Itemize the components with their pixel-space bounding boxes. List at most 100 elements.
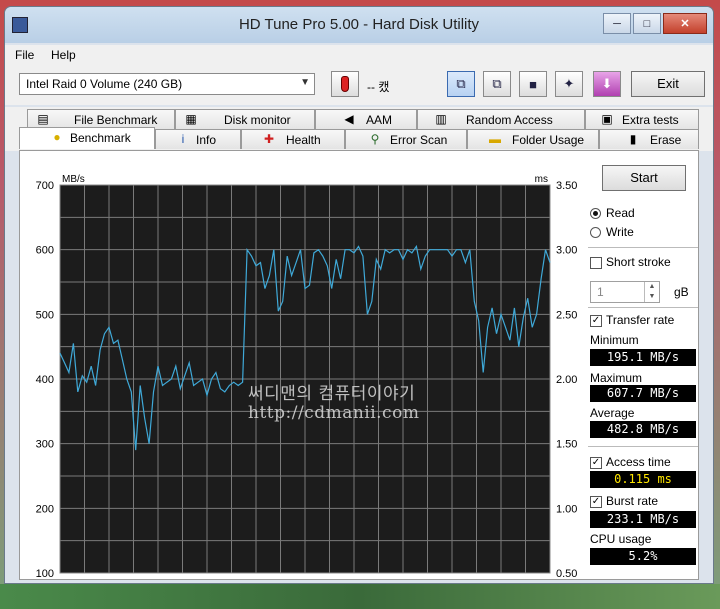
- file-benchmark-icon: ▤: [37, 112, 49, 126]
- y-right-tick-label: 0.50: [556, 568, 577, 580]
- tab-extra-tests[interactable]: ▣ Extra tests: [585, 109, 699, 129]
- access-time-checkbox[interactable]: ✓: [590, 457, 602, 469]
- extra-tests-icon: ▣: [601, 112, 613, 126]
- drive-select[interactable]: Intel Raid 0 Volume (240 GB) ▼: [19, 73, 315, 95]
- tab-strip: ▤ File Benchmark ▦ Disk monitor ◀ AAM ▥ …: [5, 107, 713, 151]
- download-arrow-icon: ⬇: [601, 76, 613, 91]
- y-left-tick-label: 600: [36, 245, 54, 257]
- tab-label: AAM: [366, 113, 393, 127]
- tab-folder-usage[interactable]: ▬ Folder Usage: [467, 129, 599, 149]
- trash-icon: ▮: [629, 132, 637, 146]
- menu-help[interactable]: Help: [51, 48, 76, 62]
- divider: [588, 247, 698, 248]
- divider: [588, 446, 698, 447]
- access-time-value: 0.115 ms: [590, 471, 696, 488]
- y-right-unit-label: ms: [535, 174, 548, 185]
- minimum-value: 195.1 MB/s: [590, 349, 696, 366]
- tab-disk-monitor[interactable]: ▦ Disk monitor: [175, 109, 315, 129]
- tab-aam[interactable]: ◀ AAM: [315, 109, 417, 129]
- watermark-title: 써디맨의 컴퓨터이야기: [248, 384, 416, 404]
- exit-button[interactable]: Exit: [631, 71, 705, 97]
- close-button[interactable]: ✕: [663, 13, 707, 34]
- minimum-label: Minimum: [590, 333, 639, 347]
- info-icon: i: [181, 132, 185, 146]
- benchmark-options: Start Read Write Short stroke 1 ▲ ▼ gB ✓ …: [588, 151, 700, 581]
- temperature-button[interactable]: [331, 71, 359, 97]
- tab-health[interactable]: ✚ Health: [241, 129, 345, 149]
- maximize-button[interactable]: □: [633, 13, 661, 34]
- desktop-background-strip: [0, 584, 720, 609]
- stroke-size-input[interactable]: 1 ▲ ▼: [590, 281, 660, 303]
- copy-info-button[interactable]: ⧉: [447, 71, 475, 97]
- save-icon: ■: [529, 76, 537, 92]
- average-value: 482.8 MB/s: [590, 421, 696, 438]
- maximum-value: 607.7 MB/s: [590, 385, 696, 402]
- minimize-button[interactable]: ─: [603, 13, 631, 34]
- y-right-tick-label: 2.50: [556, 309, 577, 321]
- cpu-usage-label: CPU usage: [590, 532, 652, 546]
- y-right-tick-label: 3.00: [556, 245, 577, 257]
- toolbar: Intel Raid 0 Volume (240 GB) ▼ -- 캤 ⧉ ⧉ …: [5, 65, 713, 105]
- divider: [588, 307, 698, 308]
- y-left-tick-label: 400: [36, 374, 54, 386]
- menu-file[interactable]: File: [15, 48, 34, 62]
- options-icon: ✦: [563, 76, 575, 91]
- cpu-usage-value: 5.2%: [590, 548, 696, 565]
- tab-info[interactable]: i Info: [155, 129, 241, 149]
- lightbulb-icon: ●: [53, 130, 61, 144]
- write-radio[interactable]: [590, 227, 601, 238]
- magnifier-icon: ⚲: [370, 132, 380, 146]
- short-stroke-checkbox[interactable]: [590, 257, 602, 269]
- y-right-tick-label: 1.00: [556, 503, 577, 515]
- tab-label: Disk monitor: [224, 113, 291, 127]
- health-cross-icon: ✚: [263, 132, 275, 146]
- tab-label: Extra tests: [622, 113, 679, 127]
- thermometer-icon: [341, 76, 349, 92]
- read-radio[interactable]: [590, 208, 601, 219]
- tab-label: Info: [196, 133, 217, 147]
- benchmark-chart: 700 600 500 400 300 200 100 3.50 3.00 2.50 2.00 1.5…: [20, 151, 600, 581]
- temperature-readout: -- 캤: [367, 80, 390, 94]
- stroke-unit: gB: [674, 285, 689, 299]
- tab-label: Random Access: [466, 113, 553, 127]
- tab-label: Error Scan: [390, 133, 448, 147]
- menu-bar: File Help: [5, 45, 713, 65]
- options-button[interactable]: ✦: [555, 71, 583, 97]
- copy-icon: ⧉: [456, 76, 466, 91]
- maximum-label: Maximum: [590, 371, 643, 385]
- tab-label: Erase: [650, 133, 682, 147]
- watermark-url: http://cdmanii.com: [248, 403, 420, 423]
- stroke-size-value: 1: [597, 285, 604, 299]
- y-left-tick-label: 200: [36, 503, 54, 515]
- tab-label: Folder Usage: [512, 133, 585, 147]
- speaker-icon: ◀: [344, 112, 354, 126]
- spinner-arrows-icon[interactable]: ▲ ▼: [644, 282, 659, 302]
- y-left-tick-label: 100: [36, 568, 54, 580]
- copy-all-button[interactable]: ⧉: [483, 71, 511, 97]
- save-button[interactable]: ■: [519, 71, 547, 97]
- benchmark-panel: 700 600 500 400 300 200 100 3.50 3.00 2.50 2.00 1.5…: [19, 150, 699, 580]
- download-button[interactable]: ⬇: [593, 71, 621, 97]
- tab-benchmark[interactable]: ● Benchmark: [19, 127, 155, 149]
- access-time-label: Access time: [606, 455, 671, 469]
- transfer-rate-label: Transfer rate: [606, 313, 675, 327]
- tab-random-access[interactable]: ▥ Random Access: [417, 109, 585, 129]
- y-left-tick-label: 500: [36, 309, 54, 321]
- random-access-icon: ▥: [435, 112, 447, 126]
- title-bar[interactable]: HD Tune Pro 5.00 - Hard Disk Utility ─ □…: [5, 7, 713, 43]
- y-right-tick-label: 3.50: [556, 180, 577, 192]
- burst-rate-value: 233.1 MB/s: [590, 511, 696, 528]
- transfer-rate-chart: 700 600 500 400 300 200 100 3.50 3.00 2.50 2.00 1.5…: [36, 174, 578, 580]
- start-button[interactable]: Start: [602, 165, 686, 191]
- transfer-rate-checkbox[interactable]: ✓: [590, 315, 602, 327]
- disk-monitor-icon: ▦: [185, 112, 197, 126]
- tab-erase[interactable]: ▮ Erase: [599, 129, 699, 149]
- tab-file-benchmark[interactable]: ▤ File Benchmark: [27, 109, 175, 129]
- y-left-unit-label: MB/s: [62, 174, 85, 185]
- tab-error-scan[interactable]: ⚲ Error Scan: [345, 129, 467, 149]
- burst-rate-checkbox[interactable]: ✓: [590, 496, 602, 508]
- write-label: Write: [606, 225, 634, 239]
- read-label: Read: [606, 206, 635, 220]
- tab-label: Benchmark: [70, 131, 131, 145]
- drive-select-value: Intel Raid 0 Volume (240 GB): [26, 77, 183, 91]
